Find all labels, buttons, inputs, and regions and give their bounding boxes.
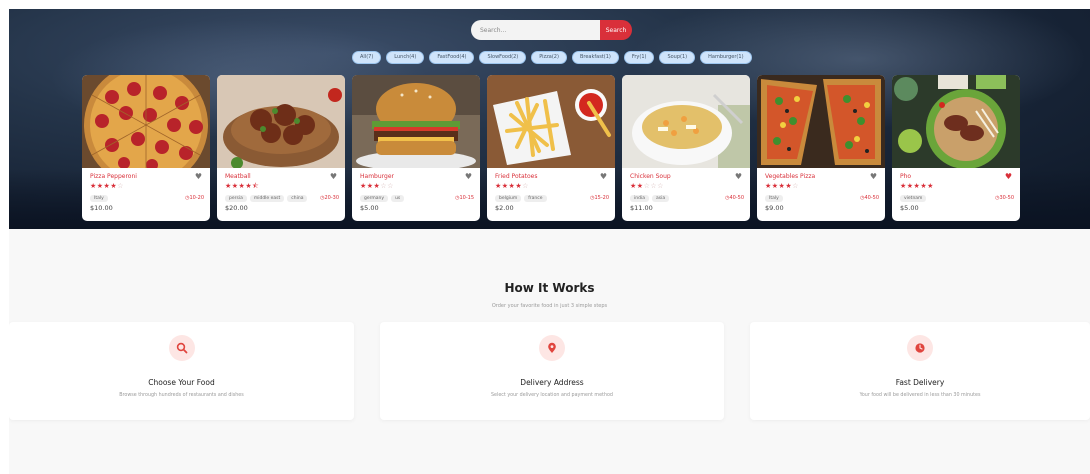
delivery-time: ◷40-50 — [860, 195, 879, 201]
food-name: Hamburger — [360, 173, 394, 180]
step-title: Fast Delivery — [895, 378, 945, 387]
origin-tag: asia — [651, 194, 670, 202]
food-price: $11.00 — [630, 204, 653, 212]
food-name: Chicken Soup — [630, 173, 671, 180]
food-name: Pizza Pepperoni — [90, 173, 137, 180]
heart-icon[interactable]: ♥ — [600, 173, 607, 181]
star-rating: ★★★★☆ — [765, 182, 799, 190]
star-rating: ★★★★☆ — [495, 182, 529, 190]
food-card[interactable]: Chicken Soup ♥ ★★☆☆☆ india asia ◷40-50 $… — [622, 75, 750, 221]
food-card[interactable]: Pho ♥ ★★★★★ vietnam ◷30-50 $5.00 — [892, 75, 1020, 221]
step-title: Delivery Address — [520, 378, 584, 387]
steps-list: Choose Your Food Browse through hundreds… — [9, 322, 1090, 420]
filter-chip-hamburger[interactable]: Hamburger(1) — [700, 51, 752, 64]
filter-chip-all[interactable]: All(7) — [352, 51, 382, 64]
food-price: $2.00 — [495, 204, 514, 212]
food-name: Fried Potatoes — [495, 173, 538, 180]
origin-tag: middle east — [249, 194, 285, 202]
clock-icon — [907, 335, 933, 361]
origin-tag: Italy — [90, 194, 108, 202]
search-button[interactable]: Search — [600, 20, 632, 40]
food-name: Vegetables Pizza — [765, 173, 816, 180]
step-description: Browse through hundreds of restaurants a… — [119, 393, 244, 398]
step-delivery-address: Delivery Address Select your delivery lo… — [380, 322, 724, 420]
pizza-pepperoni-photo — [82, 75, 210, 168]
how-it-works-subtitle: Order your favorite food in just 3 simpl… — [491, 303, 608, 309]
filter-chip-slowfood[interactable]: SlowFood(2) — [479, 51, 527, 64]
food-card[interactable]: Fried Potatoes ♥ ★★★★☆ belgium france ◷1… — [487, 75, 615, 221]
pho-photo — [892, 75, 1020, 168]
star-rating: ★★★★★ — [900, 182, 934, 190]
food-price: $9.00 — [765, 204, 784, 212]
search-bar: Search — [471, 20, 632, 40]
location-pin-icon — [539, 335, 565, 361]
origin-tag: china — [287, 194, 308, 202]
search-icon — [168, 335, 195, 361]
delivery-time: ◷30-50 — [995, 195, 1014, 201]
delivery-time: ◷40-50 — [725, 195, 744, 201]
food-price: $20.00 — [225, 204, 248, 212]
filter-chip-pizza[interactable]: Pizza(2) — [531, 51, 567, 64]
food-card[interactable]: Meatball ♥ ★★★★⯪ persia middle east chin… — [217, 75, 345, 221]
heart-icon[interactable]: ♥ — [870, 173, 877, 181]
fries-photo — [487, 75, 615, 168]
star-rating: ★★★★☆ — [90, 182, 124, 190]
food-price: $5.00 — [900, 204, 919, 212]
filter-chip-fastfood[interactable]: FastFood(4) — [429, 51, 475, 64]
delivery-time: ◷10-20 — [185, 195, 204, 201]
meatball-photo — [217, 75, 345, 168]
hero-banner: Search All(7) Lunch(4) FastFood(4) SlowF… — [9, 9, 1090, 229]
heart-icon[interactable]: ♥ — [465, 173, 472, 181]
heart-icon[interactable]: ♥ — [1005, 173, 1012, 181]
delivery-time: ◷15-20 — [590, 195, 609, 201]
step-choose-food: Choose Your Food Browse through hundreds… — [9, 322, 354, 420]
origin-tag: india — [630, 194, 649, 202]
step-fast-delivery: Fast Delivery Your food will be delivere… — [750, 322, 1090, 420]
filter-chip-soup[interactable]: Soup(1) — [659, 51, 696, 64]
food-name: Meatball — [225, 173, 251, 180]
star-rating: ★★★★⯪ — [225, 182, 260, 190]
veggie-pizza-photo — [757, 75, 885, 168]
food-card[interactable]: Vegetables Pizza ♥ ★★★★☆ Italy ◷40-50 $9… — [757, 75, 885, 221]
origin-tag: france — [524, 194, 547, 202]
how-it-works-title: How It Works — [504, 281, 595, 295]
heart-icon[interactable]: ♥ — [735, 173, 742, 181]
step-description: Select your delivery location and paymen… — [491, 393, 613, 398]
origin-tag: belgium — [495, 194, 522, 202]
hamburger-photo — [352, 75, 480, 168]
filter-chip-fry[interactable]: Fry(1) — [623, 51, 655, 64]
food-card[interactable]: Hamburger ♥ ★★★☆☆ germany us ◷10-15 $5.0… — [352, 75, 480, 221]
page: Search All(7) Lunch(4) FastFood(4) SlowF… — [9, 9, 1090, 474]
food-card-list: Pizza Pepperoni ♥ ★★★★☆ Italy ◷10-20 $10… — [82, 75, 1020, 221]
food-price: $10.00 — [90, 204, 113, 212]
origin-tag: us — [391, 194, 405, 202]
origin-tag: vietnam — [900, 194, 927, 202]
delivery-time: ◷10-15 — [455, 195, 474, 201]
heart-icon[interactable]: ♥ — [195, 173, 202, 181]
category-filters: All(7) Lunch(4) FastFood(4) SlowFood(2) … — [352, 51, 752, 64]
delivery-time: ◷20-30 — [320, 195, 339, 201]
star-rating: ★★☆☆☆ — [630, 182, 664, 190]
filter-chip-breakfast[interactable]: Breakfast(1) — [571, 51, 619, 64]
food-card[interactable]: Pizza Pepperoni ♥ ★★★★☆ Italy ◷10-20 $10… — [82, 75, 210, 221]
origin-tag: Italy — [765, 194, 783, 202]
food-price: $5.00 — [360, 204, 379, 212]
step-description: Your food will be delivered in less than… — [859, 393, 981, 398]
soup-photo — [622, 75, 750, 168]
food-name: Pho — [900, 173, 912, 180]
filter-chip-lunch[interactable]: Lunch(4) — [386, 51, 425, 64]
search-input[interactable] — [471, 20, 600, 40]
origin-tag: germany — [360, 194, 389, 202]
origin-tag: persia — [225, 194, 247, 202]
step-title: Choose Your Food — [148, 378, 215, 387]
heart-icon[interactable]: ♥ — [330, 173, 337, 181]
star-rating: ★★★☆☆ — [360, 182, 394, 190]
